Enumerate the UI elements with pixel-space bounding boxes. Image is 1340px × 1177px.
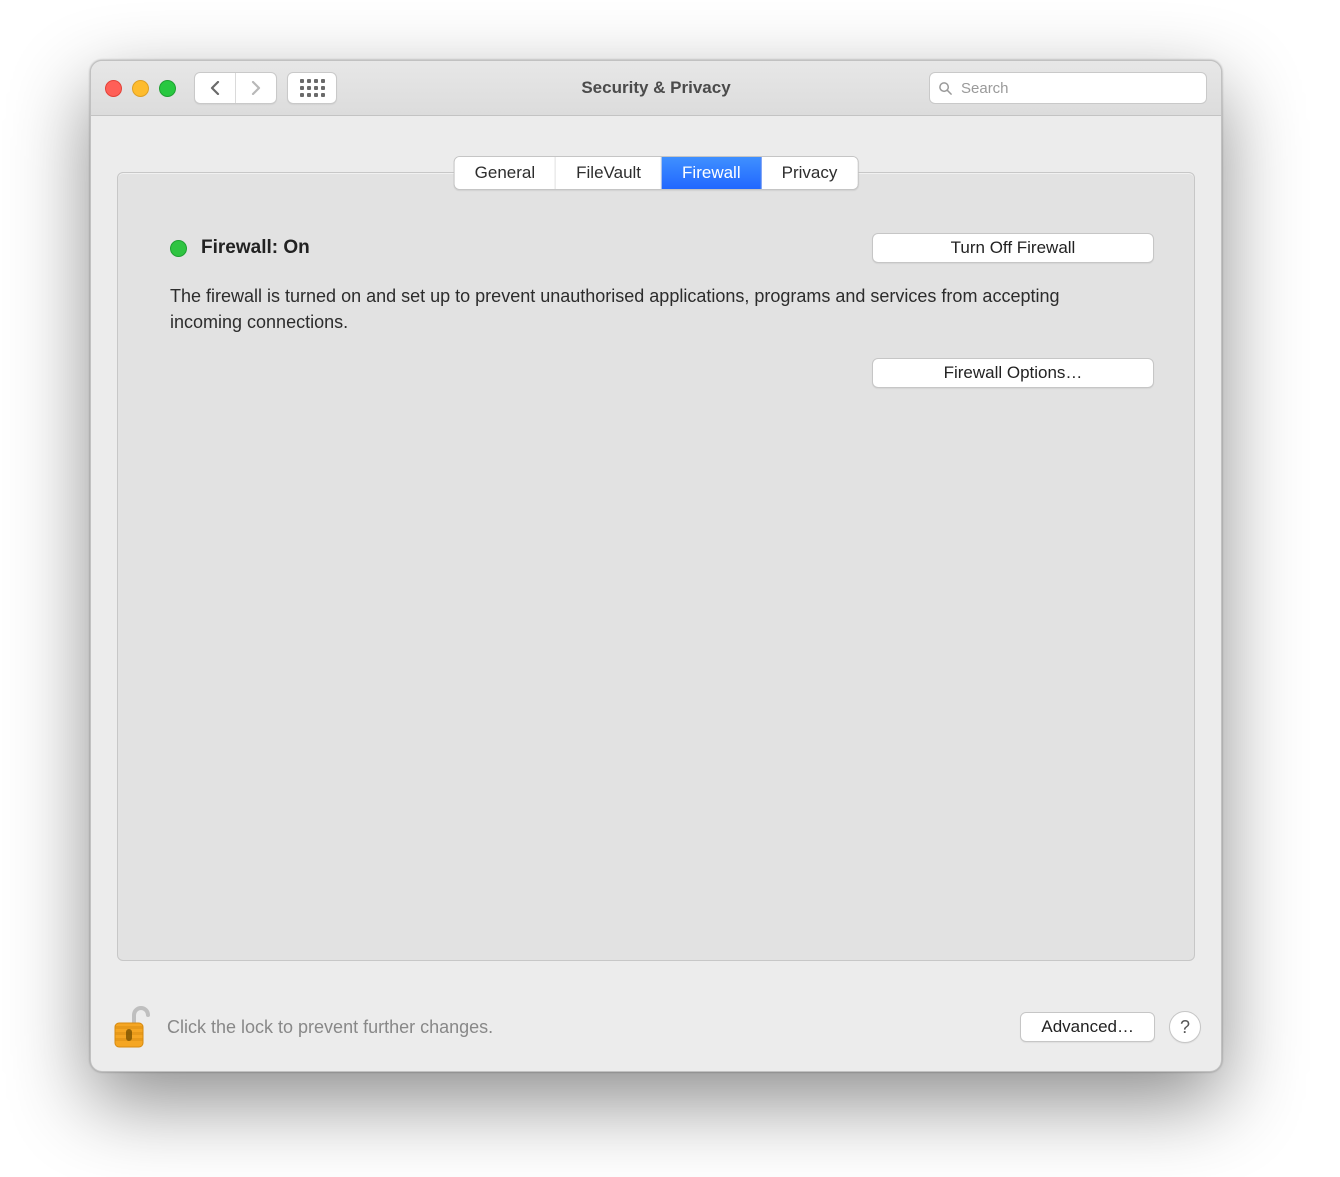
tab-bar: General FileVault Firewall Privacy xyxy=(454,156,859,190)
tab-filevault[interactable]: FileVault xyxy=(556,157,662,189)
advanced-button[interactable]: Advanced… xyxy=(1020,1012,1155,1042)
turn-off-firewall-button[interactable]: Turn Off Firewall xyxy=(872,233,1154,263)
window-controls xyxy=(105,80,176,97)
chevron-right-icon xyxy=(250,81,262,95)
tab-general[interactable]: General xyxy=(455,157,556,189)
zoom-window-button[interactable] xyxy=(159,80,176,97)
firewall-status-row: Firewall: On Turn Off Firewall xyxy=(170,233,1154,263)
minimize-window-button[interactable] xyxy=(132,80,149,97)
firewall-status-label: Firewall: On xyxy=(201,237,310,259)
search-field-wrap[interactable] xyxy=(929,72,1207,104)
preferences-window: Security & Privacy Firewall: On Turn Off… xyxy=(90,60,1222,1072)
settings-pane: Firewall: On Turn Off Firewall The firew… xyxy=(117,172,1195,961)
lock-button[interactable] xyxy=(111,1003,153,1051)
grid-icon xyxy=(300,79,325,97)
footer-bar: Click the lock to prevent further change… xyxy=(111,999,1201,1055)
tab-privacy[interactable]: Privacy xyxy=(762,157,858,189)
nav-back-forward xyxy=(194,72,277,104)
search-icon xyxy=(938,81,953,96)
forward-button[interactable] xyxy=(236,73,276,103)
search-input[interactable] xyxy=(959,79,1198,98)
help-button[interactable]: ? xyxy=(1169,1011,1201,1043)
status-indicator-on-icon xyxy=(170,240,187,257)
back-button[interactable] xyxy=(195,73,235,103)
content-area: Firewall: On Turn Off Firewall The firew… xyxy=(91,116,1221,1071)
tab-firewall[interactable]: Firewall xyxy=(662,157,762,189)
firewall-description: The firewall is turned on and set up to … xyxy=(170,283,1134,335)
titlebar: Security & Privacy xyxy=(91,61,1221,116)
lock-hint-text: Click the lock to prevent further change… xyxy=(167,1017,493,1038)
show-all-button[interactable] xyxy=(287,72,337,104)
close-window-button[interactable] xyxy=(105,80,122,97)
chevron-left-icon xyxy=(209,81,221,95)
unlocked-lock-icon xyxy=(111,1003,153,1051)
firewall-options-button[interactable]: Firewall Options… xyxy=(872,358,1154,388)
